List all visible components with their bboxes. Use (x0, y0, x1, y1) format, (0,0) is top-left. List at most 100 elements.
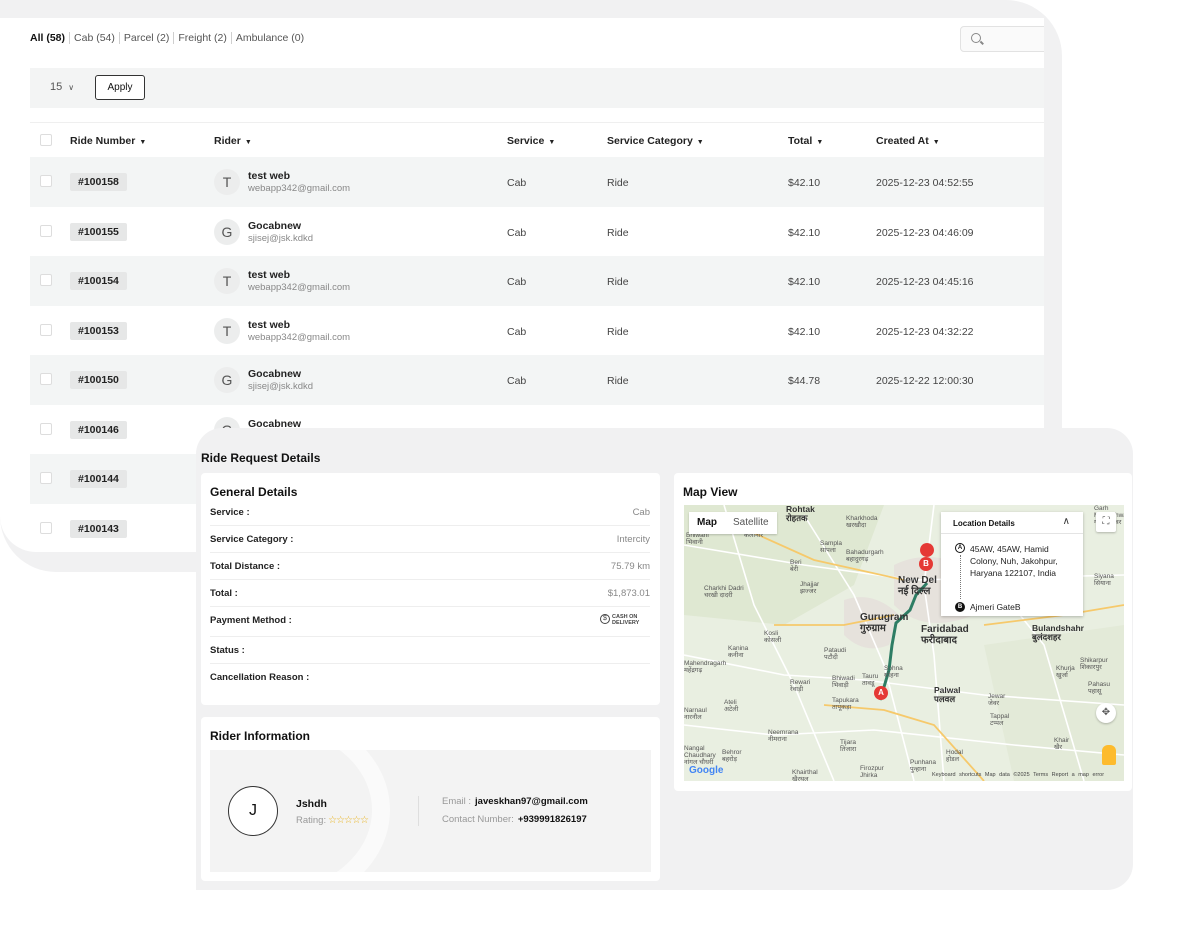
rider-rating: Rating: ☆☆☆☆☆ (296, 815, 369, 826)
service-category-cell: Ride (607, 325, 629, 338)
service-category-cell: Ride (607, 177, 629, 189)
street-view-pegman-icon[interactable] (1102, 745, 1116, 765)
created-at-cell: 2025-12-22 12:00:30 (876, 375, 974, 387)
rating-label: Rating: (296, 815, 327, 826)
per-page-value: 15 (50, 81, 63, 93)
map-view-title: Map View (683, 485, 738, 499)
column-rider[interactable]: Rider ▼ (214, 135, 252, 147)
rider-avatar: T (214, 317, 240, 344)
map-label: Rohtak रोहतक (786, 505, 815, 523)
chevron-up-icon[interactable]: ∧ (1063, 516, 1070, 527)
row-checkbox[interactable] (40, 422, 52, 435)
apply-button[interactable]: Apply (95, 75, 145, 100)
fullscreen-icon[interactable]: ⛶ (1096, 512, 1116, 532)
filter-tab-cab[interactable]: Cab (54) (69, 32, 119, 44)
created-at-cell: 2025-12-23 04:52:55 (876, 177, 974, 189)
map-canvas[interactable]: B A Rohtak रोहतक Kharkhoda खरखौदा Bhiwani भ… (684, 505, 1124, 781)
rider-avatar: G (214, 367, 240, 393)
filter-tab-all[interactable]: All (58) (30, 32, 69, 44)
row-checkbox[interactable] (40, 274, 52, 286)
search-input[interactable] (960, 26, 1044, 52)
sort-down-icon: ▼ (548, 139, 556, 146)
location-details-title: Location Details (953, 519, 1015, 528)
column-ride-number[interactable]: Ride Number ▼ (70, 135, 146, 147)
rider-name: test web (248, 170, 291, 182)
map-label: Palwal पलवल (934, 685, 961, 704)
map-label: Mahendragarh महेंद्रगढ़ (684, 660, 727, 674)
column-total[interactable]: Total ▼ (788, 135, 823, 147)
column-label: Rider (214, 135, 241, 147)
row-checkbox[interactable] (40, 521, 52, 534)
map-label: Jhajjar झज्जर (800, 581, 820, 595)
filter-tab-ambulance[interactable]: Ambulance (0) (230, 32, 308, 44)
map-label: Pataudi पटौदी (824, 647, 847, 661)
detail-value: Cab (632, 507, 650, 518)
ride-number[interactable]: #100143 (70, 519, 127, 538)
table-row[interactable]: #100153 Ttest web webapp342@gmail.com Cab Ri… (30, 306, 1044, 356)
map-tab-map[interactable]: Map (689, 512, 725, 534)
row-checkbox[interactable] (40, 175, 52, 187)
detail-label: Total : (210, 588, 238, 599)
total-cell: $42.10 (788, 325, 821, 338)
detail-row: Total Distance : 75.79 km (210, 553, 650, 580)
map-attribution[interactable]: Keyboard shortcuts Map data ©2025 Terms … (932, 772, 1104, 778)
map-label: Charkhi Dadri चरखी दादरी (704, 585, 744, 599)
table-row[interactable]: #100150 G Gocabnew sjisej@jsk.kdkd Cab Ride $4… (30, 355, 1044, 405)
ride-number[interactable]: #100146 (70, 420, 127, 439)
detail-label: Status : (210, 645, 245, 656)
select-all-checkbox[interactable] (40, 134, 52, 146)
table-header: Ride Number ▼ Rider ▼ Service ▼ Service Cat… (30, 122, 1044, 157)
dollar-circle-icon: $ (600, 614, 610, 624)
chevron-down-icon: ∨ (68, 83, 75, 92)
phone-label: Contact Number: (442, 814, 514, 825)
table-row[interactable]: #100154 Ttest web webapp342@gmail.com Cab Ri… (30, 256, 1044, 306)
ride-number[interactable]: #100155 (70, 222, 127, 241)
detail-row: Status : (210, 637, 650, 664)
location-details-popup: Location Details ∧ A B 45AW, 45AW, Hamid… (941, 512, 1083, 616)
map-label: Narnaul नारनौल (684, 707, 707, 721)
row-checkbox[interactable] (40, 323, 52, 336)
rider-name: Gocabnew (248, 219, 302, 232)
total-cell: $42.10 (788, 276, 821, 288)
map-tab-satellite[interactable]: Satellite (725, 512, 777, 534)
payment-method-badge: CASH ON DELIVERY (612, 614, 640, 626)
ride-number[interactable]: #100154 (70, 272, 127, 290)
map-label: Khairthal खैरथल (792, 769, 818, 781)
filter-tab-parcel[interactable]: Parcel (2) (118, 32, 174, 44)
general-details-title: General Details (210, 485, 298, 499)
divider (941, 533, 1083, 534)
rider-email: sjisej@jsk.kdkd (248, 381, 314, 392)
table-row[interactable]: #100155 G Gocabnew sjisej@jsk.kdkd Cab Ride $4… (30, 207, 1044, 257)
table-row[interactable]: #100158 Ttest web webapp342@gmail.com Cab Ri… (30, 157, 1044, 207)
map-label: Bhiwani भिवानी (686, 532, 709, 546)
drop-marker-b[interactable]: B (919, 557, 933, 571)
row-checkbox[interactable] (40, 472, 52, 484)
column-service-category[interactable]: Service Category ▼ (607, 135, 704, 147)
map-label: Sampla सांपला (820, 540, 843, 554)
map-label: Bulandshahr बुलंदशहर (1032, 623, 1084, 642)
ride-number[interactable]: #100150 (70, 371, 127, 389)
ride-number[interactable]: #100158 (70, 173, 127, 191)
rider-email: webapp342@gmail.com (248, 331, 351, 343)
google-logo: Google (689, 765, 724, 776)
divider (418, 796, 419, 826)
column-service[interactable]: Service ▼ (507, 135, 555, 147)
sort-down-icon: ▼ (932, 139, 940, 146)
filter-tab-freight[interactable]: Freight (2) (173, 32, 230, 44)
map-label: Punhana पुन्हाना (910, 759, 937, 773)
ride-number[interactable]: #100144 (70, 470, 127, 488)
per-page-select[interactable]: 15 ∨ (50, 81, 74, 93)
sort-down-icon: ▼ (244, 139, 252, 146)
sort-down-icon: ▼ (139, 139, 147, 146)
column-created-at[interactable]: Created At ▼ (876, 135, 940, 147)
map-label: Kharkhoda खरखौदा (846, 515, 878, 529)
ride-number[interactable]: #100153 (70, 321, 127, 340)
email-label: Email : (442, 796, 472, 807)
row-checkbox[interactable] (40, 224, 52, 237)
map-label: Tapukara तापूकड़ा (832, 697, 859, 711)
pan-control-icon[interactable]: ✥ (1096, 703, 1116, 723)
map-label: Kanina कनीना (728, 645, 749, 659)
row-checkbox[interactable] (40, 373, 52, 385)
total-cell: $42.10 (788, 226, 821, 239)
pickup-marker-a[interactable]: A (874, 686, 888, 700)
